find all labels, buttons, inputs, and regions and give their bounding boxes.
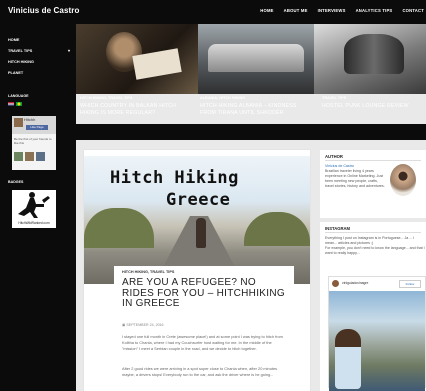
sidebar-item-hitch-hiking[interactable]: HITCH HIKING — [8, 56, 70, 67]
facebook-widget: Hitchh Like Page Be the first of your fr… — [12, 116, 56, 170]
friend-avatar[interactable] — [25, 152, 34, 161]
post-body: HITCH HIKING, TRAVEL TIPS ARE YOU A REFU… — [114, 266, 294, 391]
image-title-line-2: Greece — [166, 190, 231, 210]
instagram-widget-title: INSTAGRAM — [325, 226, 351, 231]
sidebar-item-travel-tips[interactable]: TRAVEL TIPS ▾ — [8, 45, 70, 56]
hero-title[interactable]: WHICH COUNTRY IN BALKAN HITCH HIKING IS … — [80, 103, 196, 117]
nav-interviews[interactable]: INTERVIEWS — [318, 8, 346, 13]
sidebar-item-label: TRAVEL TIPS — [8, 48, 33, 53]
author-name[interactable]: Vinicius de Castro — [325, 164, 354, 168]
instagram-embed[interactable]: viniguiadovinagre Follow — [328, 276, 426, 391]
divider — [325, 160, 421, 161]
post-date-text: SEPTEMBER 24, 2016 — [126, 323, 164, 327]
instagram-username[interactable]: viniguiadovinagre — [342, 281, 368, 285]
hero-title[interactable]: HITCH HIKING ALBANIA – KINDNESS FROM TIR… — [200, 103, 312, 117]
sidebar: HOME TRAVEL TIPS ▾ HITCH HIKING PLANET L… — [0, 24, 76, 391]
hero-caption-3[interactable]: TRAVEL TIPS HOSTEL PUNK LOUNGE REVIEW — [322, 96, 426, 110]
instagram-avatar[interactable] — [332, 280, 339, 287]
instagram-photo[interactable] — [329, 291, 425, 391]
hero-image-2[interactable] — [198, 24, 314, 94]
facebook-page-name[interactable]: Hitchh — [24, 117, 35, 122]
post-paragraph-1: I stayed one full month in Crete (awesom… — [122, 334, 283, 351]
divider — [325, 232, 421, 233]
hero-image-1[interactable] — [76, 24, 198, 94]
nav-contact[interactable]: CONTACT — [402, 8, 424, 13]
site-title[interactable]: Vinicius de Castro — [8, 6, 79, 15]
hero-category[interactable]: TRAVEL TIPS — [322, 96, 426, 100]
hitchhiker-silhouette-icon — [18, 192, 50, 218]
post-title[interactable]: ARE YOU A REFUGEE? NO RIDES FOR YOU – HI… — [122, 277, 290, 310]
instagram-widget: INSTAGRAM Everything I post on Instagram… — [320, 222, 426, 391]
facebook-friends — [14, 152, 45, 161]
nav-home[interactable]: HOME — [260, 8, 273, 13]
image-trees-right — [244, 212, 310, 246]
flag-uk-icon[interactable] — [8, 102, 14, 106]
nav-about-me[interactable]: ABOUT ME — [284, 8, 308, 13]
friend-avatar[interactable] — [36, 152, 45, 161]
hero-caption-2[interactable]: ALBANIA, HITCH HIKING HITCH HIKING ALBAN… — [200, 96, 312, 117]
language-label: LANGUAGE — [8, 94, 29, 98]
author-text: Vinicius de Castro Brazilian traveler li… — [325, 164, 387, 189]
author-bio: Brazilian traveler living 4 years experi… — [325, 169, 385, 188]
facebook-page-photo[interactable] — [14, 118, 23, 127]
instagram-text-2: For example, you don't need to know the … — [325, 246, 425, 255]
sidebar-item-home[interactable]: HOME — [8, 34, 70, 45]
hero-category[interactable]: ALBANIA, HITCH HIKING — [200, 96, 312, 100]
image-trees-left — [84, 208, 154, 248]
post-featured-image[interactable]: Hitch Hiking Greece — [84, 156, 310, 284]
instagram-text: Everything I post on Instagram is in Por… — [325, 236, 425, 256]
top-nav: HOME ABOUT ME INTERVIEWS ANALYTICS TIPS … — [260, 8, 424, 13]
sidebar-item-label: HITCH HIKING — [8, 59, 34, 64]
image-title-line-1: Hitch Hiking — [110, 168, 239, 188]
post-category[interactable]: HITCH HIKING, TRAVEL TIPS — [122, 270, 174, 274]
author-widget: AUTHOR Vinicius de Castro Brazilian trav… — [320, 150, 426, 218]
photo-person — [335, 329, 361, 389]
hero-slider: HITCH HIKING, TRAVEL TIPS WHICH COUNTRY … — [76, 24, 426, 124]
instagram-text-1: Everything I post on Instagram is in Por… — [325, 236, 415, 245]
friend-avatar[interactable] — [14, 152, 23, 161]
post-date: ▣ SEPTEMBER 24, 2016 — [122, 323, 164, 327]
flag-brazil-icon[interactable] — [16, 102, 22, 106]
hitchwiki-badge[interactable]: HitchWikiRanked.com — [12, 190, 56, 228]
sidebar-item-label: HOME — [8, 37, 20, 42]
author-widget-title: AUTHOR — [325, 154, 343, 159]
post-card: Hitch Hiking Greece HITCH HIKING, TRAVEL… — [84, 150, 310, 391]
hero-photo-group — [344, 34, 404, 74]
badges-label: BADGES — [8, 180, 24, 184]
language-flags — [8, 102, 22, 106]
facebook-like-button[interactable]: Like Page — [26, 125, 48, 130]
badge-text: HitchWikiRanked.com — [18, 221, 50, 225]
sidebar-nav: HOME TRAVEL TIPS ▾ HITCH HIKING PLANET — [8, 34, 70, 78]
author-avatar — [390, 164, 416, 196]
hero-bottom-strip — [76, 124, 426, 140]
calendar-icon: ▣ — [122, 323, 126, 327]
nav-analytics-tips[interactable]: ANALYTICS TIPS — [356, 8, 393, 13]
hero-image-3[interactable] — [314, 24, 426, 94]
hero-title[interactable]: HOSTEL PUNK LOUNGE REVIEW — [322, 103, 426, 110]
instagram-follow-button[interactable]: Follow — [399, 280, 421, 288]
hero-caption-1[interactable]: HITCH HIKING, TRAVEL TIPS WHICH COUNTRY … — [80, 96, 196, 117]
sidebar-item-label: PLANET — [8, 70, 24, 75]
facebook-header: Hitchh Like Page — [12, 116, 56, 134]
chevron-down-icon[interactable]: ▾ — [68, 48, 70, 53]
post-paragraph-2: After 2 good rides we were arriving in a… — [122, 366, 278, 377]
top-bar: Vinicius de Castro HOME ABOUT ME INTERVI… — [0, 0, 426, 24]
hero-category[interactable]: HITCH HIKING, TRAVEL TIPS — [80, 96, 196, 100]
facebook-text: Be the first of your friends to like thi… — [14, 137, 52, 145]
hero-photo-car — [208, 44, 304, 72]
sidebar-item-planet[interactable]: PLANET — [8, 67, 70, 78]
image-hitchhiker — [196, 218, 206, 248]
page: Vinicius de Castro HOME ABOUT ME INTERVI… — [0, 0, 426, 391]
